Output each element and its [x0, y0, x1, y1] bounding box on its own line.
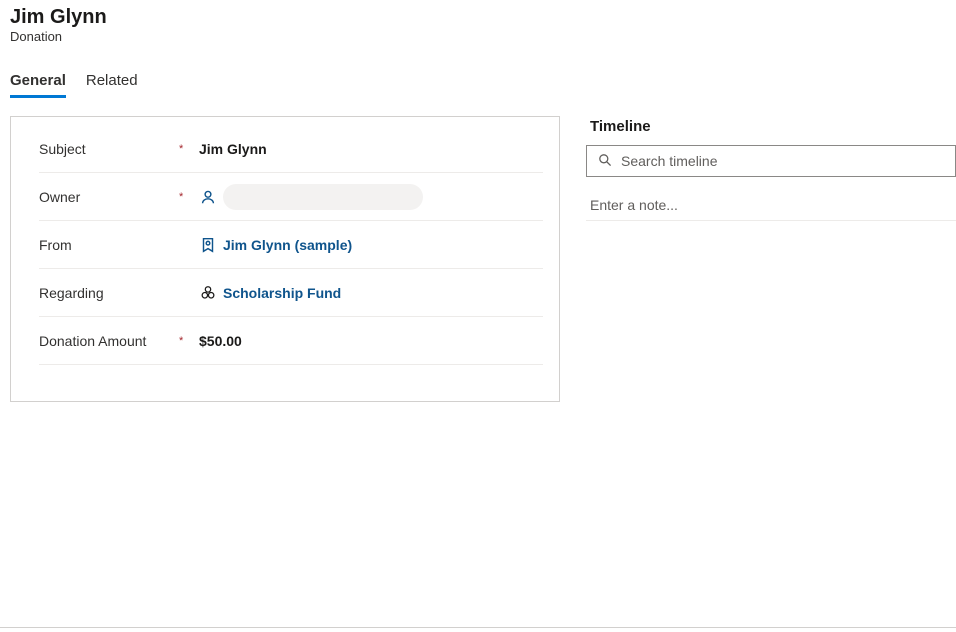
value-donation-amount: $50.00	[199, 333, 543, 349]
page-subtitle: Donation	[10, 29, 946, 44]
from-link-text: Jim Glynn (sample)	[223, 237, 352, 253]
required-mark: *	[179, 335, 199, 347]
page-title: Jim Glynn	[10, 6, 946, 29]
timeline-title: Timeline	[590, 118, 956, 135]
value-from[interactable]: Jim Glynn (sample)	[199, 236, 543, 254]
value-regarding[interactable]: Scholarship Fund	[199, 284, 543, 302]
required-mark: *	[179, 191, 199, 203]
owner-pill[interactable]	[223, 184, 423, 210]
timeline-search-input[interactable]	[621, 153, 945, 169]
value-owner[interactable]	[199, 184, 543, 210]
label-owner: Owner	[39, 189, 179, 205]
field-donation-amount[interactable]: Donation Amount * $50.00	[39, 317, 543, 365]
field-from[interactable]: From Jim Glynn (sample)	[39, 221, 543, 269]
label-from: From	[39, 237, 179, 253]
label-subject: Subject	[39, 141, 179, 157]
tab-general[interactable]: General	[10, 72, 66, 98]
field-owner[interactable]: Owner *	[39, 173, 543, 221]
timeline-search[interactable]	[586, 145, 956, 177]
label-regarding: Regarding	[39, 285, 179, 301]
tabs-bar: General Related	[0, 72, 956, 98]
fund-icon	[199, 284, 217, 302]
person-icon	[199, 188, 217, 206]
label-donation-amount: Donation Amount	[39, 333, 179, 349]
regarding-link-text: Scholarship Fund	[223, 285, 341, 301]
field-subject[interactable]: Subject * Jim Glynn	[39, 125, 543, 173]
tab-related[interactable]: Related	[86, 72, 138, 98]
required-mark: *	[179, 143, 199, 155]
divider	[0, 627, 956, 628]
form-card: Subject * Jim Glynn Owner * From	[10, 116, 560, 402]
note-entry[interactable]: Enter a note...	[586, 189, 956, 221]
value-subject: Jim Glynn	[199, 141, 543, 157]
timeline-panel: Timeline Enter a note...	[586, 116, 956, 402]
field-regarding[interactable]: Regarding Scholarship Fund	[39, 269, 543, 317]
search-icon	[597, 152, 613, 171]
contact-icon	[199, 236, 217, 254]
